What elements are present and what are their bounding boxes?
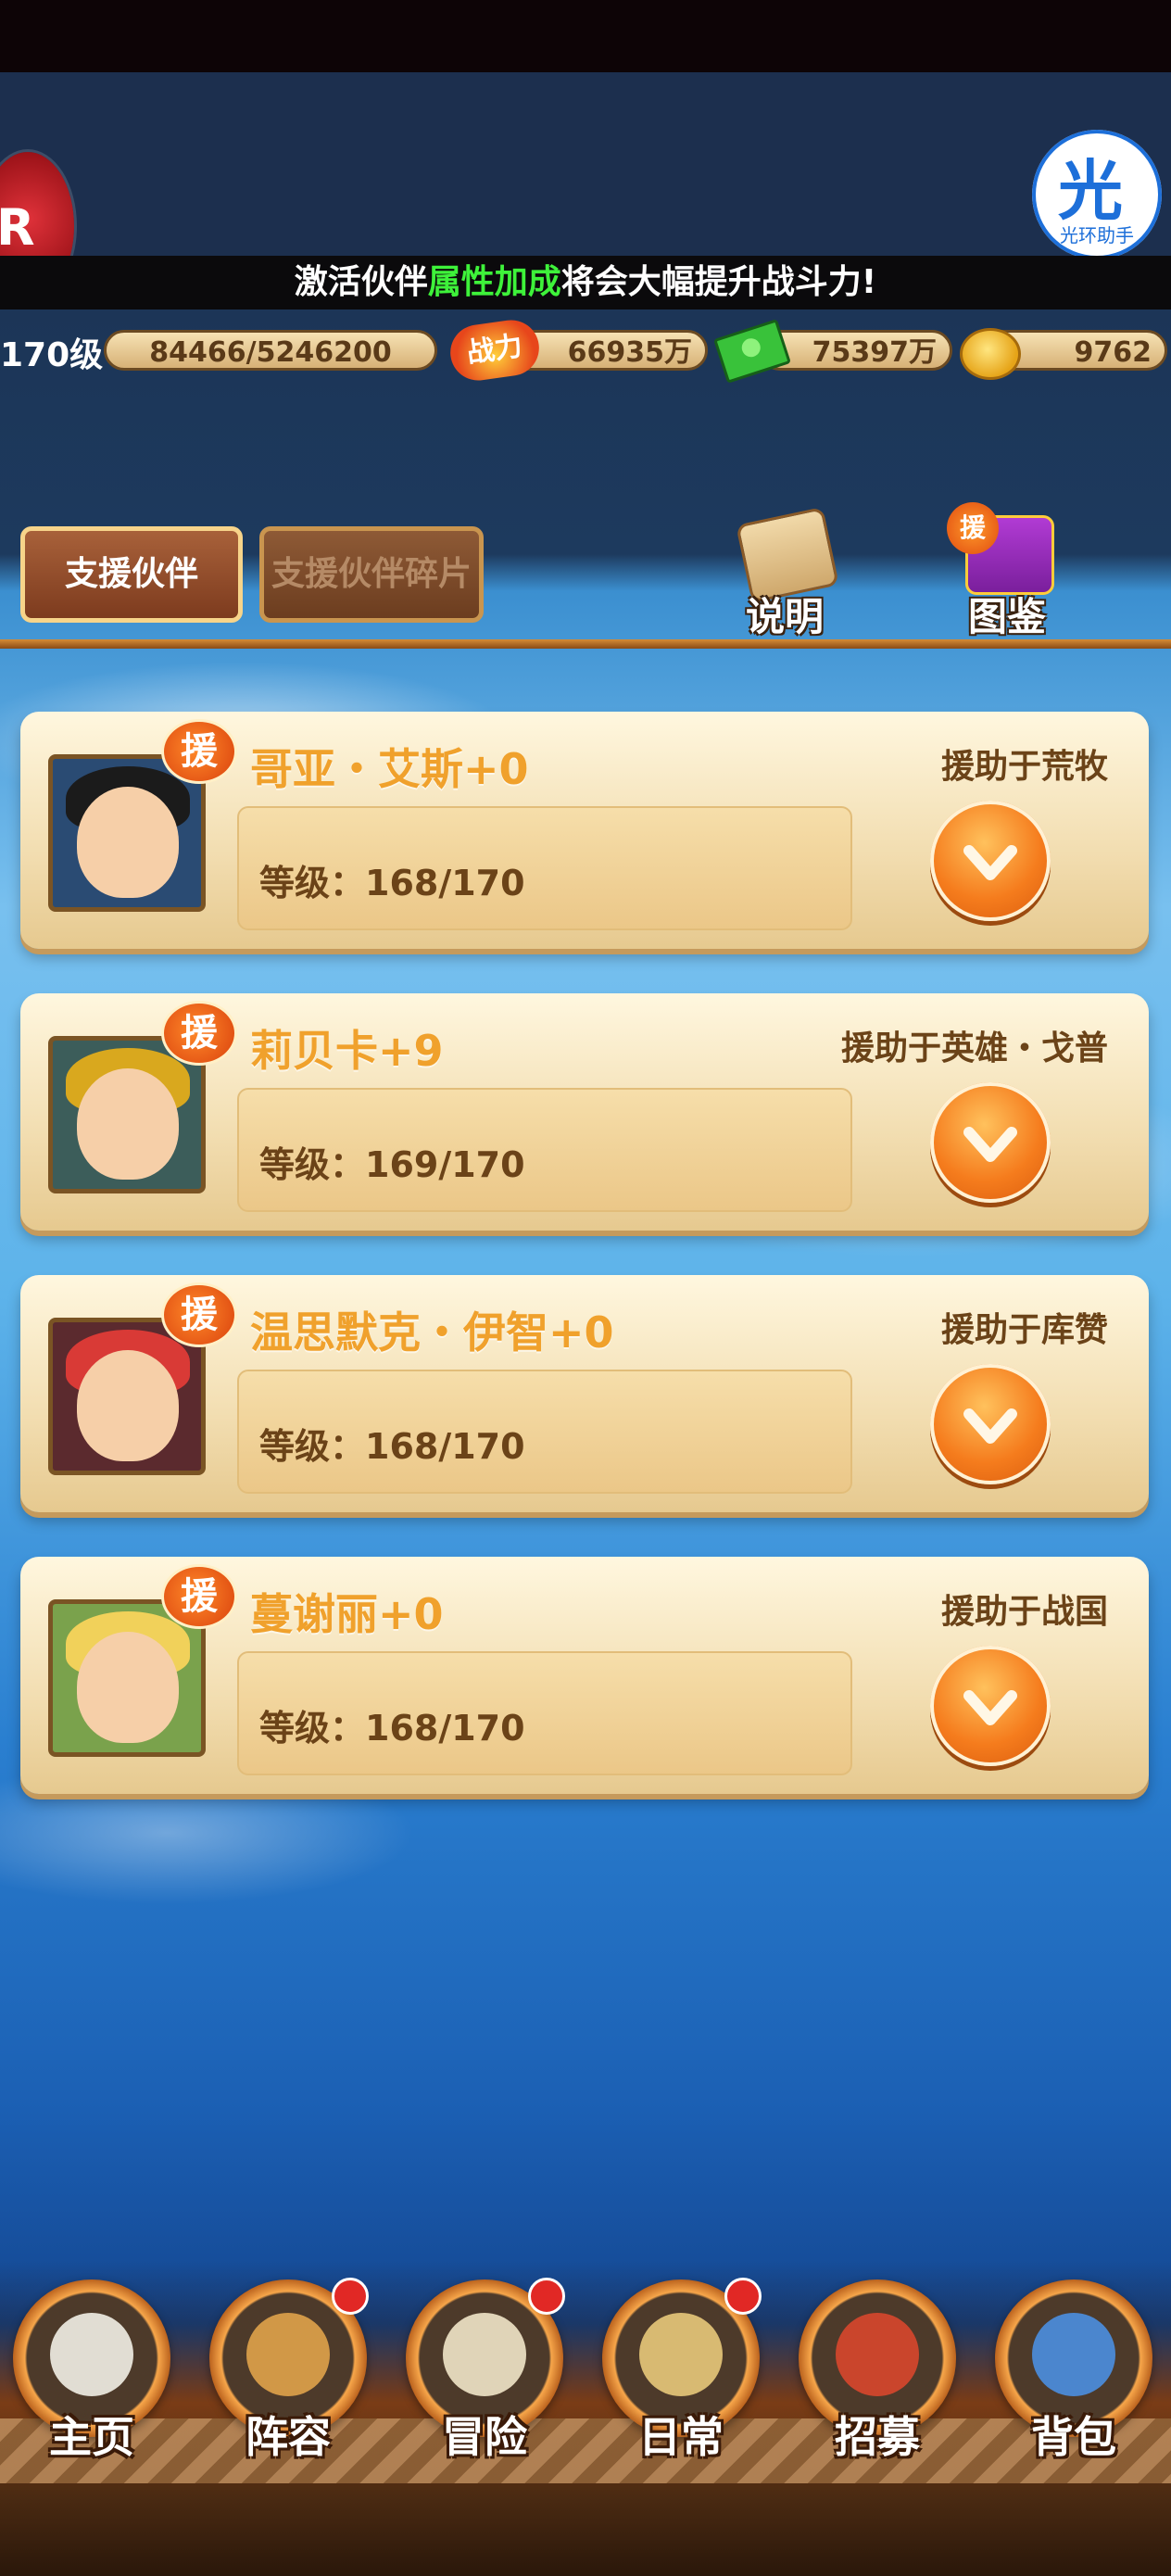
nav-daily[interactable]: 日常 — [595, 2272, 767, 2476]
helper-caption: 光环助手 — [1060, 224, 1134, 246]
level-box: 等级：168/170 — [237, 806, 852, 930]
power-icon: 战力 — [447, 316, 543, 385]
level-label: 等级：169/170 — [259, 1144, 525, 1185]
banner-text-post: 将会大幅提升战斗力! — [560, 263, 877, 301]
support-badge: 援 — [947, 502, 999, 554]
chevron-down-icon — [963, 845, 1017, 880]
partner-name: 温思默克・伊智+0 — [250, 1307, 614, 1357]
partner-card: 援 温思默克・伊智+0 援助于库赞 等级：168/170 — [20, 1275, 1149, 1512]
partner-card: 援 哥亚・艾斯+0 援助于荒牧 等级：168/170 — [20, 712, 1149, 949]
partner-list: 援 哥亚・艾斯+0 援助于荒牧 等级：168/170 援 莉贝卡+9 援助于英雄… — [20, 712, 1149, 1838]
cash-value[interactable]: 75397万 — [760, 330, 952, 371]
game-screen: R 光 光环助手 激活伙伴属性加成将会大幅提升战斗力! 170级 84466/5… — [0, 72, 1171, 2576]
cash-icon — [713, 319, 791, 384]
banner-text-pre: 激活伙伴 — [294, 263, 428, 301]
header-divider — [0, 639, 1171, 649]
nav-adventure[interactable]: 冒险 — [398, 2272, 571, 2476]
status-bar — [0, 0, 1171, 72]
assist-target: 援助于荒牧 — [940, 748, 1108, 786]
exp-bar: 84466/5246200 — [104, 330, 437, 371]
expand-button[interactable] — [930, 801, 1051, 921]
partner-name: 莉贝卡+9 — [250, 1026, 444, 1076]
nav-lineup[interactable]: 阵容 — [202, 2272, 374, 2476]
expand-button[interactable] — [930, 1082, 1051, 1203]
banner-highlight: 属性加成 — [427, 263, 561, 301]
lineup-icon — [246, 2313, 330, 2396]
nav-recruit[interactable]: 招募 — [791, 2272, 963, 2476]
assist-target: 援助于库赞 — [940, 1311, 1108, 1349]
nav-label: 阵容 — [246, 2412, 331, 2462]
partner-name: 哥亚・艾斯+0 — [250, 744, 529, 794]
top-bar — [0, 72, 1171, 258]
nav-label: 招募 — [835, 2412, 920, 2462]
nav-label: 冒险 — [442, 2412, 527, 2462]
partner-card: 援 莉贝卡+9 援助于英雄・戈普 等级：169/170 — [20, 993, 1149, 1231]
level-box: 等级：168/170 — [237, 1370, 852, 1494]
recruit-icon — [836, 2313, 919, 2396]
notification-dot — [332, 2278, 369, 2315]
expand-button[interactable] — [930, 1646, 1051, 1766]
chevron-down-icon — [963, 1127, 1017, 1162]
partner-name: 蔓谢丽+0 — [250, 1589, 444, 1639]
support-badge: 援 — [161, 1282, 237, 1347]
nav-bag[interactable]: 背包 — [988, 2272, 1160, 2476]
bag-icon — [1032, 2313, 1115, 2396]
adventure-icon — [443, 2313, 526, 2396]
chevron-down-icon — [963, 1408, 1017, 1444]
expand-button[interactable] — [930, 1364, 1051, 1484]
assist-target: 援助于英雄・戈普 — [840, 1029, 1108, 1067]
chevron-down-icon — [963, 1690, 1017, 1725]
helper-button[interactable]: 光 光环助手 — [1032, 130, 1162, 259]
coin-icon — [960, 328, 1021, 380]
nav-label: 主页 — [49, 2412, 134, 2462]
helper-icon: 光 — [1058, 153, 1123, 229]
level-label: 等级：168/170 — [259, 1708, 525, 1749]
level-box: 等级：169/170 — [237, 1088, 852, 1212]
tab-support-fragments[interactable]: 支援伙伴碎片 — [259, 526, 484, 623]
support-badge: 援 — [161, 719, 237, 784]
collection-button[interactable]: 援 图鉴 — [947, 502, 1067, 639]
notification-dot — [528, 2278, 565, 2315]
assist-target: 援助于战国 — [940, 1593, 1108, 1631]
nav-home[interactable]: 主页 — [6, 2272, 178, 2476]
support-badge: 援 — [161, 1564, 237, 1629]
notification-dot — [724, 2278, 762, 2315]
nav-label: 日常 — [638, 2412, 724, 2462]
daily-icon — [639, 2313, 723, 2396]
partner-card: 援 蔓谢丽+0 援助于战国 等级：168/170 — [20, 1557, 1149, 1794]
collection-label: 图鉴 — [967, 594, 1046, 639]
level-box: 等级：168/170 — [237, 1651, 852, 1775]
nav-label: 背包 — [1031, 2412, 1116, 2462]
tab-support-partner[interactable]: 支援伙伴 — [20, 526, 243, 623]
player-level: 170级 — [0, 336, 104, 374]
tip-banner: 激活伙伴属性加成将会大幅提升战斗力! — [0, 256, 1171, 309]
help-button[interactable]: 说明 — [724, 506, 845, 639]
level-label: 等级：168/170 — [259, 1426, 525, 1467]
stats-row: 170级 84466/5246200 66935万 战力 75397万 9762 — [0, 316, 1171, 385]
help-label: 说明 — [745, 594, 824, 639]
home-icon — [50, 2313, 133, 2396]
level-label: 等级：168/170 — [259, 863, 525, 903]
support-badge: 援 — [161, 1001, 237, 1066]
